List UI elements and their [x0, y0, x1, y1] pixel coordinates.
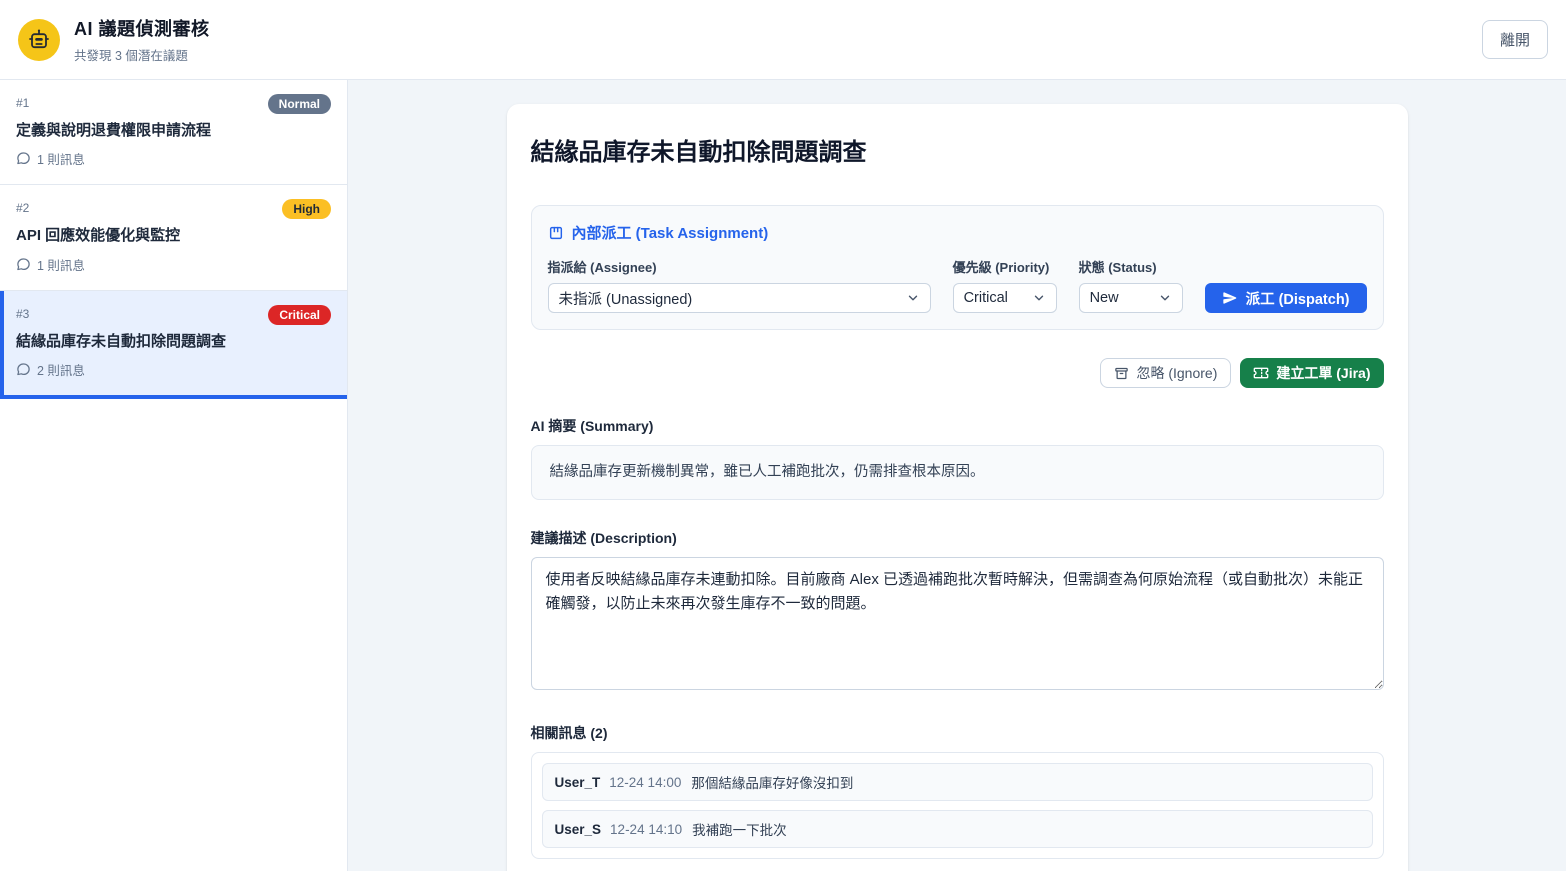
- issue-item-title: API 回應效能優化與監控: [16, 226, 331, 246]
- main-area: 結緣品庫存未自動扣除問題調查 內部派工 (Task Assignment): [348, 80, 1566, 871]
- issue-id: #1: [16, 94, 29, 110]
- issue-detail-card: 結緣品庫存未自動扣除問題調查 內部派工 (Task Assignment): [507, 104, 1408, 871]
- priority-label: 優先級 (Priority): [953, 257, 1057, 276]
- message-user: User_T: [555, 775, 601, 790]
- assignee-select[interactable]: 未指派 (Unassigned): [548, 283, 931, 313]
- severity-badge-high: High: [282, 199, 331, 219]
- issue-item-title: 定義與說明退費權限申請流程: [16, 121, 331, 141]
- priority-select[interactable]: Critical: [953, 283, 1057, 313]
- assignee-label: 指派給 (Assignee): [548, 257, 931, 276]
- issue-id: #3: [16, 305, 29, 321]
- related-messages-panel: User_T 12-24 14:00 那個結緣品庫存好像沒扣到 User_S 1…: [531, 752, 1384, 859]
- sidebar-item-issue-1[interactable]: #1 Normal 定義與說明退費權限申請流程 1 則訊息: [0, 80, 347, 185]
- message-user: User_S: [555, 822, 602, 837]
- issue-title: 結緣品庫存未自動扣除問題調查: [531, 132, 1384, 167]
- severity-badge-critical: Critical: [268, 305, 331, 325]
- dispatch-button[interactable]: 派工 (Dispatch): [1205, 283, 1367, 313]
- chevron-down-icon: [906, 291, 920, 305]
- status-label: 狀態 (Status): [1079, 257, 1183, 276]
- page-title: AI 議題偵測審核: [74, 15, 210, 41]
- jira-button-label: 建立工單 (Jira): [1276, 363, 1370, 383]
- chevron-down-icon: [1158, 291, 1172, 305]
- archive-icon: [1114, 366, 1129, 381]
- create-jira-button[interactable]: 建立工單 (Jira): [1240, 358, 1383, 388]
- ticket-icon: [1253, 365, 1269, 381]
- sidebar-item-issue-2[interactable]: #2 High API 回應效能優化與監控 1 則訊息: [0, 185, 347, 290]
- ignore-button-label: 忽略 (Ignore): [1136, 363, 1217, 383]
- summary-text: 結緣品庫存更新機制異常，雖已人工補跑批次，仍需排查根本原因。: [531, 445, 1384, 500]
- dispatch-button-label: 派工 (Dispatch): [1246, 288, 1350, 309]
- issue-message-count: 1 則訊息: [37, 149, 85, 168]
- issue-id: #2: [16, 199, 29, 215]
- related-messages-label: 相關訊息 (2): [531, 723, 1384, 743]
- issue-message-count: 1 則訊息: [37, 255, 85, 274]
- message-text: 那個結緣品庫存好像沒扣到: [691, 772, 853, 792]
- description-textarea[interactable]: 使用者反映結緣品庫存未連動扣除。目前廠商 Alex 已透過補跑批次暫時解決，但需…: [531, 557, 1384, 690]
- message-row: User_S 12-24 14:10 我補跑一下批次: [542, 810, 1373, 848]
- assignee-value: 未指派 (Unassigned): [559, 288, 693, 309]
- issue-message-count: 2 則訊息: [37, 360, 85, 379]
- summary-label: AI 摘要 (Summary): [531, 416, 1384, 436]
- task-assignment-panel: 內部派工 (Task Assignment) 指派給 (Assignee) 未指…: [531, 205, 1384, 330]
- description-label: 建議描述 (Description): [531, 528, 1384, 548]
- status-select[interactable]: New: [1079, 283, 1183, 313]
- message-time: 12-24 14:00: [609, 775, 681, 790]
- severity-badge-normal: Normal: [268, 94, 331, 114]
- issue-item-title: 結緣品庫存未自動扣除問題調查: [16, 332, 331, 352]
- task-assignment-heading: 內部派工 (Task Assignment): [572, 222, 769, 243]
- chevron-down-icon: [1032, 291, 1046, 305]
- message-text: 我補跑一下批次: [692, 819, 787, 839]
- task-assignment-icon: [548, 225, 564, 241]
- chat-bubble-icon: [16, 362, 31, 377]
- status-value: New: [1090, 290, 1119, 306]
- app-header: AI 議題偵測審核 共發現 3 個潛在議題 離開: [0, 0, 1566, 80]
- chat-bubble-icon: [16, 257, 31, 272]
- chat-bubble-icon: [16, 151, 31, 166]
- issue-sidebar: #1 Normal 定義與說明退費權限申請流程 1 則訊息 #2 High AP…: [0, 80, 348, 871]
- ignore-button[interactable]: 忽略 (Ignore): [1100, 358, 1231, 388]
- leave-button[interactable]: 離開: [1482, 20, 1548, 59]
- sidebar-item-issue-3-selected[interactable]: #3 Critical 結緣品庫存未自動扣除問題調查 2 則訊息: [0, 291, 347, 399]
- app-logo: [18, 19, 60, 61]
- send-icon: [1222, 290, 1238, 306]
- page-subtitle: 共發現 3 個潛在議題: [74, 45, 210, 64]
- message-time: 12-24 14:10: [610, 822, 682, 837]
- robot-icon: [27, 28, 51, 52]
- message-row: User_T 12-24 14:00 那個結緣品庫存好像沒扣到: [542, 763, 1373, 801]
- priority-value: Critical: [964, 290, 1008, 306]
